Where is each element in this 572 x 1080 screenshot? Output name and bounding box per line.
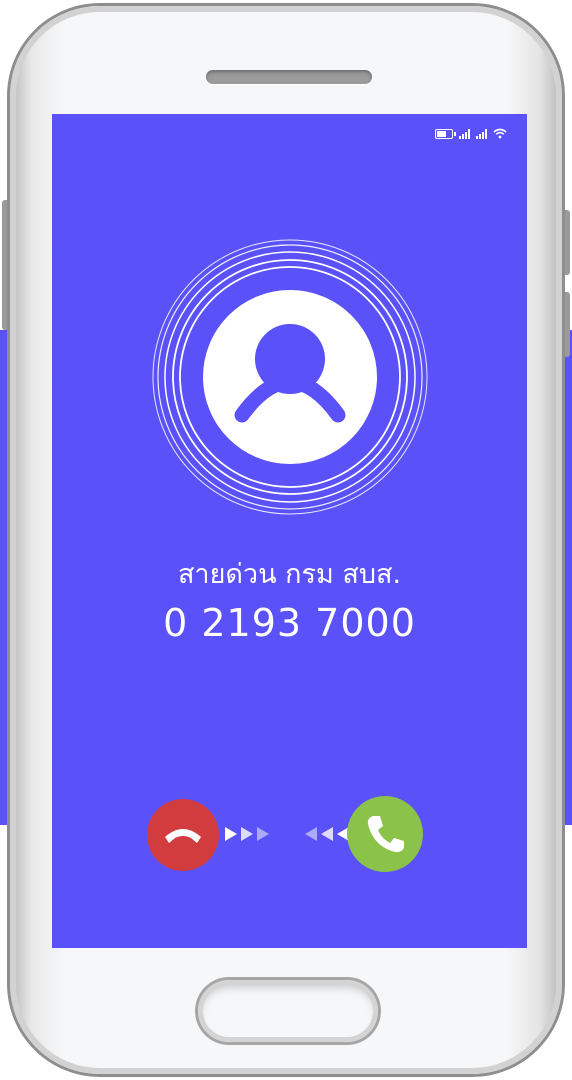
caller-avatar (132, 219, 448, 535)
home-button[interactable] (198, 980, 378, 1042)
earpiece-speaker (206, 70, 372, 84)
wifi-icon (493, 128, 507, 139)
signal-icon (459, 128, 470, 139)
hang-up-icon (165, 829, 201, 843)
swipe-left-arrows-icon (305, 827, 349, 841)
call-actions (147, 796, 427, 876)
call-screen: สายด่วน กรม สบส. 0 2193 7000 (52, 114, 527, 948)
caller-name: สายด่วน กรม สบส. (177, 559, 402, 590)
phone-icon (367, 816, 404, 853)
signal-icon (476, 128, 487, 139)
status-bar (435, 128, 507, 139)
battery-icon (435, 128, 456, 139)
decline-call-button[interactable] (147, 799, 219, 871)
caller-number: 0 2193 7000 (163, 601, 416, 645)
swipe-right-arrows-icon (225, 827, 269, 841)
accept-call-button[interactable] (347, 796, 423, 872)
